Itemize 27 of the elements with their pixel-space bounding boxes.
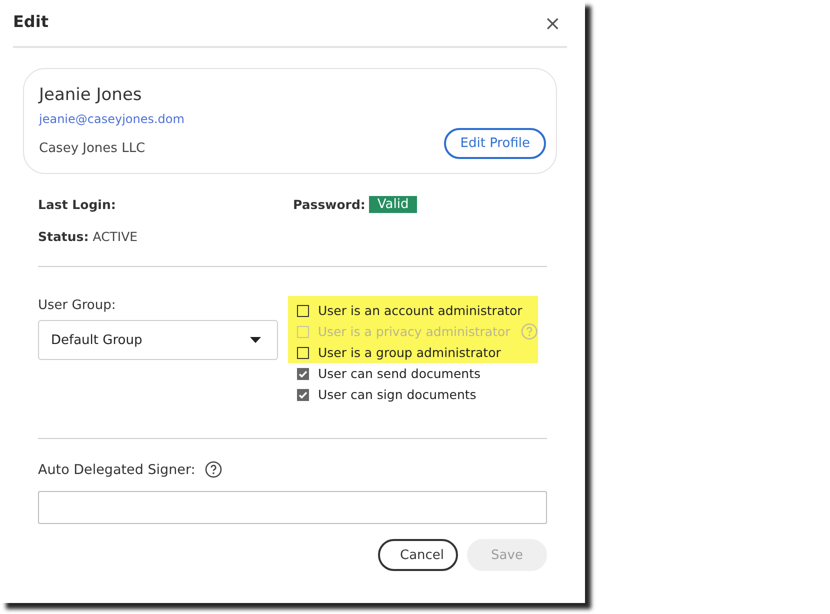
permission-label: User can sign documents [318,387,476,402]
caret-icon [250,337,261,343]
password-status-badge: Valid [369,196,417,213]
user-group-dropdown[interactable]: Default Group [38,320,278,360]
delegated-signer-input[interactable] [38,491,547,524]
company-name: Casey Jones LLC [39,141,146,156]
delegated-signer-label: Auto Delegated Signer: [38,462,196,478]
dialog-title: Edit [13,12,49,30]
permission-label: User is a group administrator [318,345,501,360]
status-value: ACTIVE [92,229,138,244]
checkbox[interactable] [297,388,309,400]
permission-label: User is a privacy administrator [318,324,510,339]
checkbox[interactable] [297,346,309,358]
help-icon[interactable] [205,461,222,478]
password-label: Password: [293,197,366,212]
last-login-label: Last Login: [38,197,117,212]
user-email: jeanie@caseyjones.dom [39,112,186,126]
status-label: Status: [38,229,89,244]
permission-label: User is an account administrator [318,303,522,318]
user-name: Jeanie Jones [39,85,143,105]
edit-profile-button[interactable]: Edit Profile [444,128,546,159]
permission-label: User can send documents [318,366,481,381]
cancel-button[interactable]: Cancel [378,539,458,571]
close-button[interactable]: × [538,11,567,35]
user-group-label: User Group: [38,298,116,313]
checkbox[interactable] [297,368,309,380]
checkbox[interactable] [297,304,309,316]
